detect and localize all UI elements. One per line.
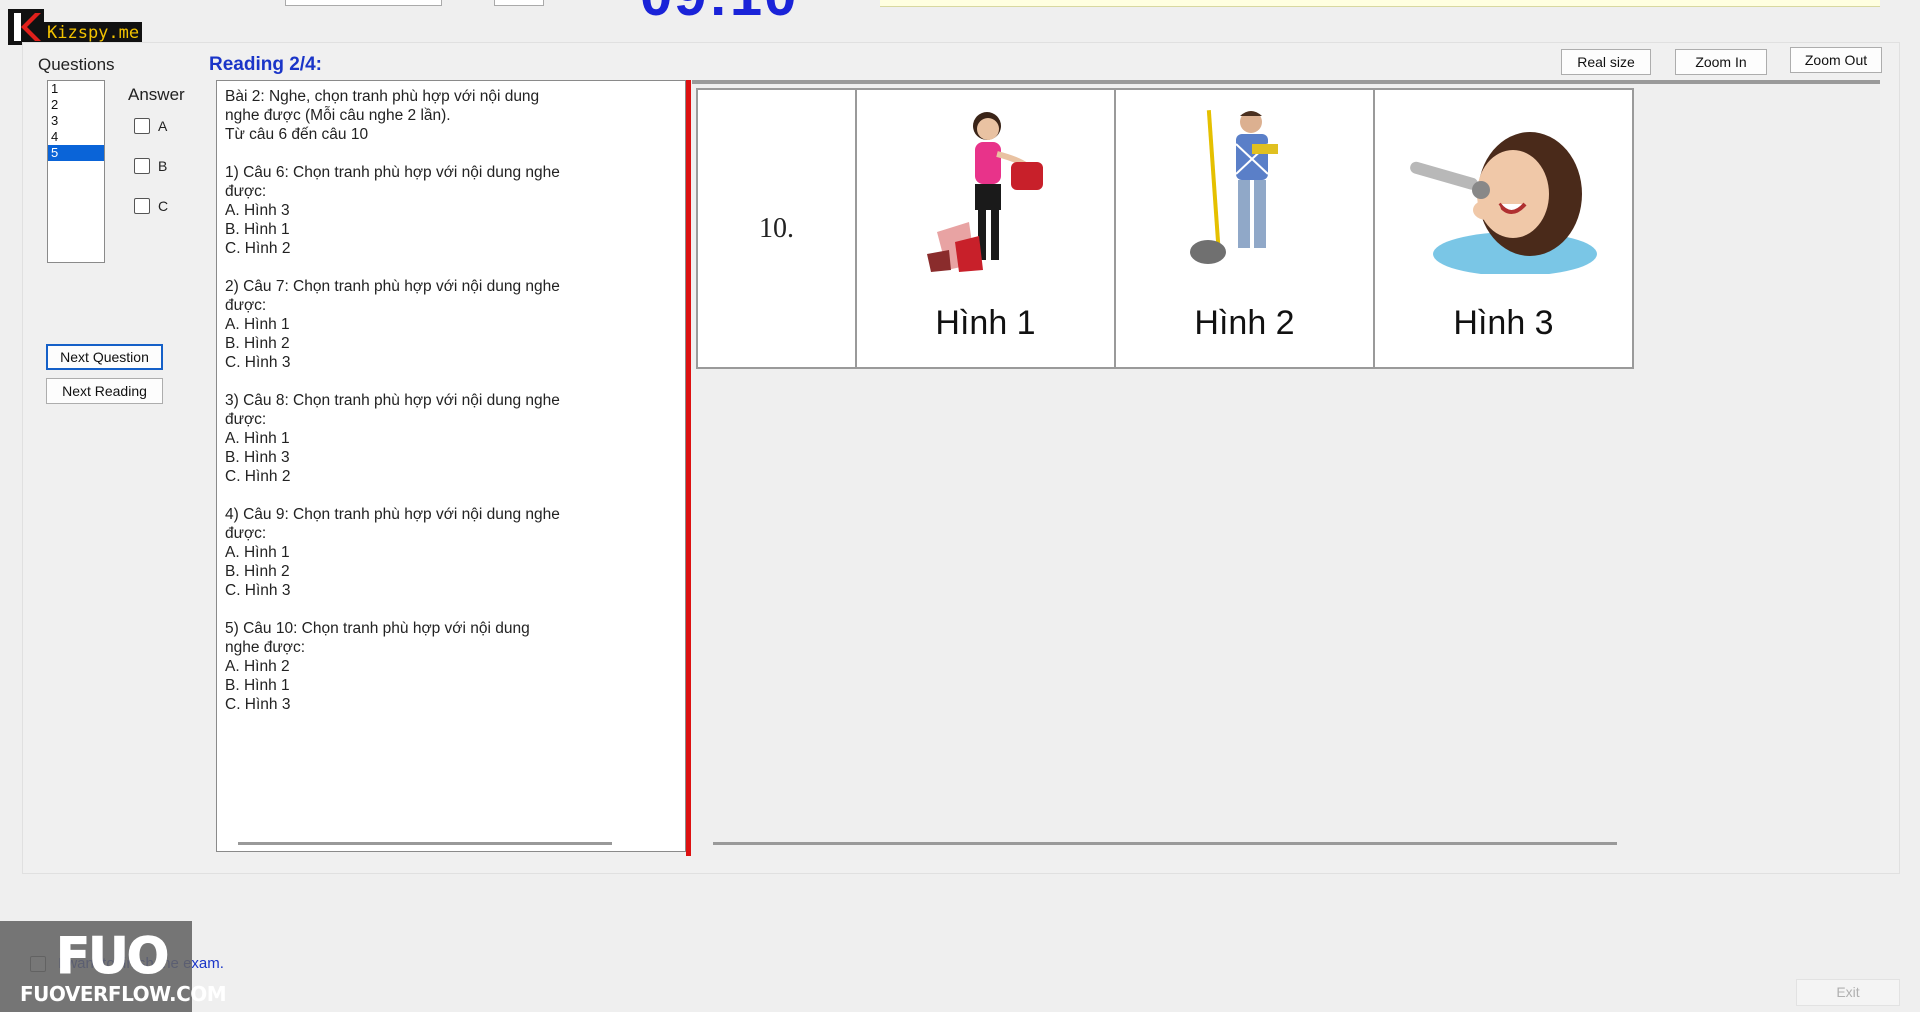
- reading-question-5: 5) Câu 10: Chọn tranh phù hợp với nội du…: [225, 619, 585, 714]
- option-line: A. Hình 2: [225, 658, 290, 675]
- answer-c-checkbox[interactable]: [134, 198, 150, 214]
- logo-text: Kizspy.me: [44, 22, 143, 44]
- woman-shopping-icon: [927, 112, 1043, 272]
- reading-question-4: 4) Câu 9: Chọn tranh phù hợp với nội dun…: [225, 505, 585, 600]
- woman-singing-icon: [1410, 132, 1597, 274]
- picture-table: 10. Hình 1 Hình 2 Hình 3: [696, 88, 1634, 369]
- text-line: 5) Câu 10: Chọn tranh phù hợp với nội du…: [225, 620, 530, 637]
- next-question-button[interactable]: Next Question: [46, 344, 163, 370]
- status-strip: [880, 0, 1880, 7]
- answer-option-a[interactable]: A: [134, 118, 167, 134]
- picture-caption-2: Hình 2: [1194, 304, 1295, 342]
- pane-divider[interactable]: [686, 80, 691, 856]
- kizspy-logo: Kizspy.me: [8, 8, 143, 46]
- k-logo-icon: [8, 9, 44, 45]
- text-line: nghe được:: [225, 639, 306, 656]
- top-field-2[interactable]: [494, 0, 544, 6]
- option-line: C. Hình 2: [225, 240, 291, 257]
- man-mopping-icon: [1190, 110, 1278, 264]
- fuo-site-text: FUOVERFLOW.COM: [20, 982, 227, 1006]
- text-line: 3) Câu 8: Chọn tranh phù hợp với nội dun…: [225, 392, 560, 409]
- text-line: nghe được (Mỗi câu nghe 2 lần).: [225, 107, 451, 124]
- questions-label: Questions: [38, 55, 115, 74]
- option-line: A. Hình 1: [225, 544, 290, 561]
- picture-cell-2: Hình 2: [1116, 90, 1375, 367]
- answer-c-label: C: [158, 198, 169, 214]
- question-item[interactable]: 1: [48, 81, 104, 97]
- reading-title: Reading 2/4:: [209, 54, 322, 75]
- option-line: B. Hình 3: [225, 449, 290, 466]
- picture-number-text: 10.: [759, 212, 794, 244]
- text-line: được:: [225, 183, 267, 200]
- text-line: 4) Câu 9: Chọn tranh phù hợp với nội dun…: [225, 506, 560, 523]
- exit-button[interactable]: Exit: [1796, 979, 1900, 1006]
- reading-question-3: 3) Câu 8: Chọn tranh phù hợp với nội dun…: [225, 391, 585, 486]
- picture-number: 10.: [698, 90, 857, 367]
- question-item[interactable]: 4: [48, 129, 104, 145]
- text-line: 2) Câu 7: Chọn tranh phù hợp với nội dun…: [225, 278, 560, 295]
- picture-caption-1: Hình 1: [935, 304, 1036, 342]
- reading-intro: Bài 2: Nghe, chọn tranh phù hợp với nội …: [225, 87, 585, 144]
- question-list[interactable]: 1 2 3 4 5: [47, 80, 105, 263]
- picture-caption-3: Hình 3: [1453, 304, 1554, 342]
- picture-cell-1: Hình 1: [857, 90, 1116, 367]
- answer-a-checkbox[interactable]: [134, 118, 150, 134]
- picture-cell-3: Hình 3: [1375, 90, 1632, 367]
- question-item[interactable]: 3: [48, 113, 104, 129]
- question-item[interactable]: 2: [48, 97, 104, 113]
- option-line: A. Hình 1: [225, 316, 290, 333]
- text-line: Từ câu 6 đến câu 10: [225, 126, 369, 143]
- reading-question-1: 1) Câu 6: Chọn tranh phù hợp với nội dun…: [225, 163, 585, 258]
- text-line: 1) Câu 6: Chọn tranh phù hợp với nội dun…: [225, 164, 560, 181]
- zoom-out-button[interactable]: Zoom Out: [1790, 47, 1882, 73]
- real-size-button[interactable]: Real size: [1561, 49, 1651, 75]
- next-reading-button[interactable]: Next Reading: [46, 378, 163, 404]
- reading-text-pane[interactable]: Bài 2: Nghe, chọn tranh phù hợp với nội …: [216, 80, 686, 852]
- text-line: Bài 2: Nghe, chọn tranh phù hợp với nội …: [225, 88, 540, 105]
- answer-a-label: A: [158, 118, 168, 134]
- option-line: B. Hình 2: [225, 563, 290, 580]
- answer-label: Answer: [128, 85, 185, 104]
- fuoverflow-watermark: FUO FUOVERFLOW.COM: [0, 921, 227, 1012]
- option-line: C. Hình 3: [225, 582, 291, 599]
- text-line: được:: [225, 297, 267, 314]
- option-line: B. Hình 2: [225, 335, 290, 352]
- zoom-in-button[interactable]: Zoom In: [1675, 49, 1767, 75]
- timer: 09:10: [640, 0, 798, 29]
- fuo-logo-text: FUO: [55, 927, 169, 986]
- option-line: A. Hình 1: [225, 430, 290, 447]
- picture-pane-scrollbar[interactable]: [713, 842, 1617, 845]
- answer-option-c[interactable]: C: [134, 198, 168, 214]
- option-line: C. Hình 3: [225, 354, 291, 371]
- question-item-selected[interactable]: 5: [48, 145, 104, 161]
- option-line: B. Hình 1: [225, 221, 290, 238]
- option-line: B. Hình 1: [225, 677, 290, 694]
- answer-b-label: B: [158, 158, 168, 174]
- option-line: C. Hình 2: [225, 468, 291, 485]
- text-line: được:: [225, 525, 267, 542]
- option-line: C. Hình 3: [225, 696, 291, 713]
- text-pane-scrollbar[interactable]: [238, 842, 612, 845]
- answer-b-checkbox[interactable]: [134, 158, 150, 174]
- text-line: được:: [225, 411, 267, 428]
- option-line: A. Hình 3: [225, 202, 290, 219]
- top-field-1[interactable]: [285, 0, 442, 6]
- reading-question-2: 2) Câu 7: Chọn tranh phù hợp với nội dun…: [225, 277, 585, 372]
- answer-option-b[interactable]: B: [134, 158, 167, 174]
